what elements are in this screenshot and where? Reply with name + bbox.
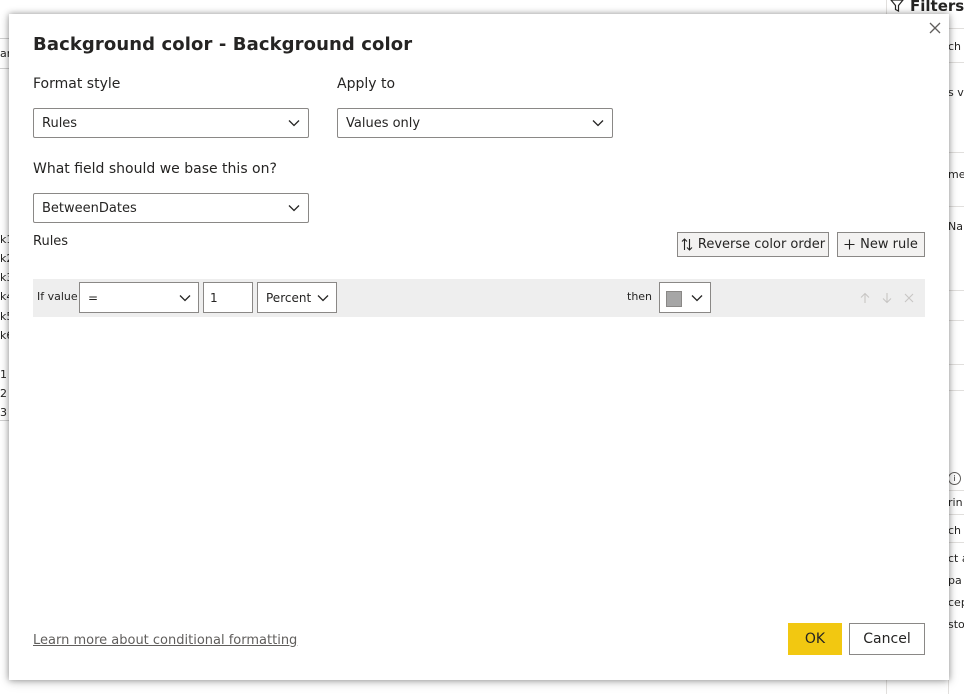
reverse-color-order-button[interactable]: Reverse color order [677,232,829,257]
base-field-value: BetweenDates [42,201,137,216]
apply-to-value: Values only [346,116,421,131]
format-style-value: Rules [42,116,78,131]
background-text: cep [948,596,964,609]
divider [0,68,9,69]
close-icon[interactable] [927,20,943,36]
background-text: sto [948,618,964,631]
sort-arrows-icon [681,238,693,251]
rule-row: If value = 1 Percent then [33,279,925,317]
color-picker[interactable] [659,282,711,313]
chevron-down-icon [317,295,329,302]
background-text: 2 [0,387,7,400]
divider [0,38,9,39]
operator-value: = [88,291,99,305]
chevron-down-icon [691,295,703,302]
background-text: 1 [0,368,7,381]
apply-to-dropdown[interactable]: Values only [337,108,613,138]
chevron-down-icon [179,295,191,302]
arrow-up-icon[interactable] [859,292,871,304]
background-text: s v [948,86,964,99]
learn-more-link[interactable]: Learn more about conditional formatting [33,633,297,648]
rules-label: Rules [33,234,69,249]
then-label: then [627,290,653,303]
filters-title: Filters [910,0,964,15]
chevron-down-icon [592,120,604,127]
background-text: 3 [0,406,7,419]
value-type-value: Percent [266,291,312,305]
background-text: Na [948,220,963,233]
base-field-label: What field should we base this on? [33,161,277,177]
delete-rule-icon[interactable] [903,292,915,304]
background-left-panel: ar k1 k2 k3 k4 k5 k6 1 2 3 [0,0,13,694]
background-text: rin [948,496,963,509]
format-style-label: Format style [33,76,121,92]
divider [0,420,9,421]
value-input[interactable]: 1 [203,282,253,313]
color-swatch [666,291,682,307]
background-text: ch [948,40,962,53]
new-rule-label: New rule [860,237,918,252]
chevron-down-icon [288,205,300,212]
filter-icon [890,0,904,12]
background-text: ch [948,524,962,537]
plus-icon [844,239,855,250]
apply-to-label: Apply to [337,76,396,92]
ok-button[interactable]: OK [788,623,842,655]
arrow-down-icon[interactable] [881,292,893,304]
format-style-dropdown[interactable]: Rules [33,108,309,138]
info-icon[interactable]: i [948,472,961,485]
background-text: pa [948,574,962,587]
background-text: ct a [948,552,964,565]
filters-header[interactable]: Filters [890,0,964,15]
operator-dropdown[interactable]: = [79,282,199,313]
chevron-down-icon [288,120,300,127]
value-type-dropdown[interactable]: Percent [257,282,337,313]
new-rule-button[interactable]: New rule [837,232,925,257]
reverse-color-order-label: Reverse color order [697,237,826,252]
dialog-title: Background color - Background color [33,34,413,55]
background-text: me [948,168,964,181]
cancel-button[interactable]: Cancel [849,623,925,655]
conditional-formatting-dialog: Background color - Background color Form… [9,14,949,680]
if-value-label: If value [37,290,78,303]
base-field-dropdown[interactable]: BetweenDates [33,193,309,223]
value-input-text: 1 [210,291,218,305]
